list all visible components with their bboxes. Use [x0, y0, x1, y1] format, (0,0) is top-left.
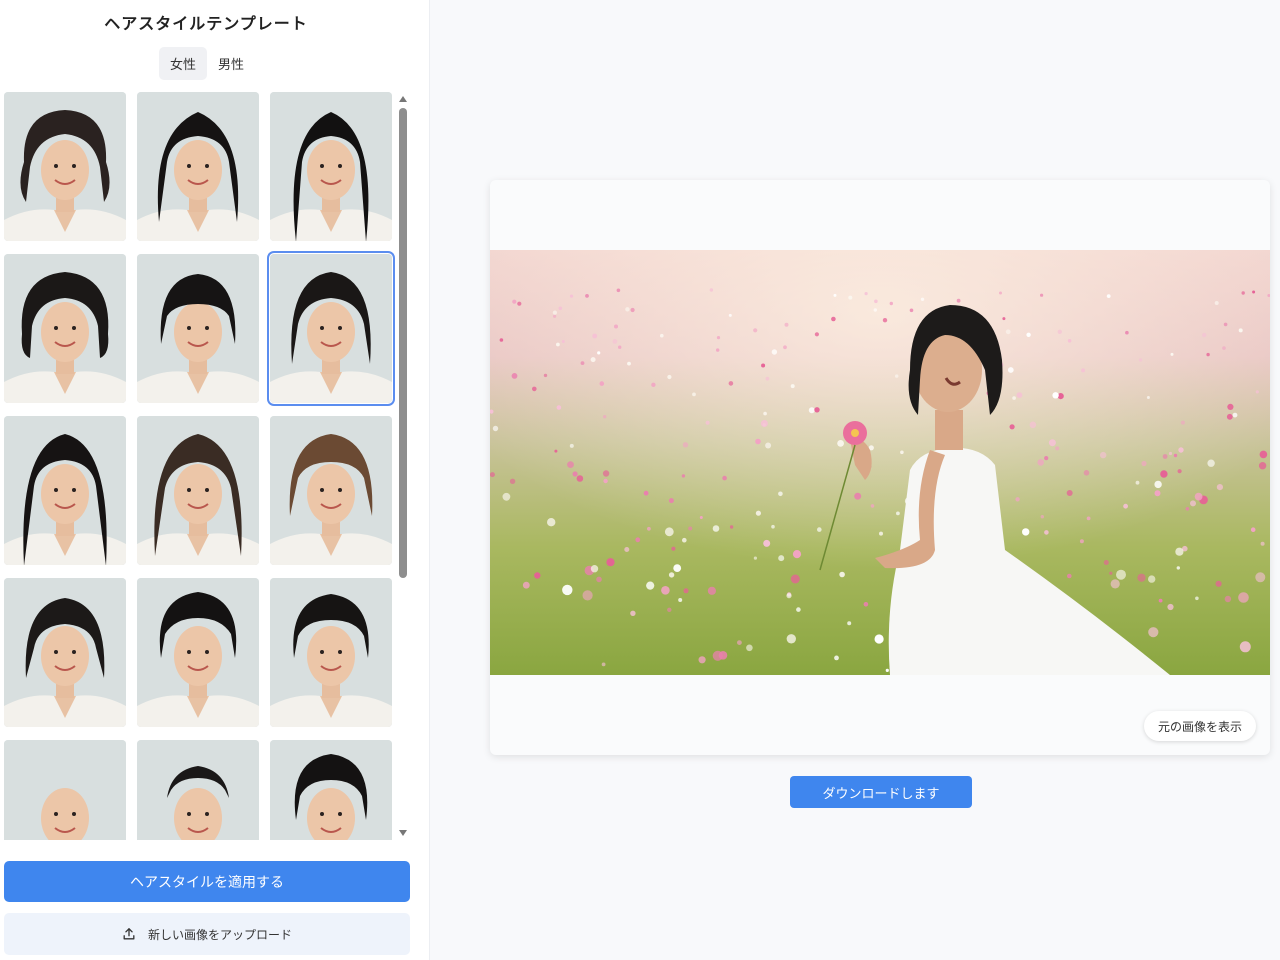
template-scrollbar[interactable]: [398, 94, 408, 838]
upload-label: 新しい画像をアップロード: [147, 927, 292, 942]
hairstyle-template-item[interactable]: [267, 251, 395, 406]
hairstyle-template-item[interactable]: [4, 254, 126, 403]
download-button[interactable]: ダウンロードします: [790, 776, 972, 808]
portrait-icon: [137, 740, 259, 840]
portrait-icon: [270, 92, 392, 241]
portrait-icon: [4, 254, 126, 403]
portrait-icon: [137, 416, 259, 565]
template-grid: [4, 92, 408, 840]
hairstyle-template-item[interactable]: [137, 740, 259, 840]
hairstyle-template-item[interactable]: [270, 578, 392, 727]
flower-field-portrait-image: [490, 250, 1270, 675]
portrait-icon: [4, 578, 126, 727]
scroll-thumb[interactable]: [399, 108, 407, 578]
hairstyle-template-item[interactable]: [4, 92, 126, 241]
portrait-icon: [4, 92, 126, 241]
preview-card: 元の画像を表示: [490, 180, 1270, 755]
hairstyle-template-item[interactable]: [270, 92, 392, 241]
portrait-icon: [270, 740, 392, 840]
upload-image-button[interactable]: 新しい画像をアップロード: [4, 913, 410, 955]
panel-title: ヘアスタイルテンプレート: [104, 14, 308, 33]
result-image: [490, 250, 1270, 675]
portrait-icon: [137, 578, 259, 727]
portrait-icon: [137, 254, 259, 403]
hairstyle-template-item[interactable]: [137, 254, 259, 403]
gender-tabs: 女性 男性: [159, 47, 255, 80]
portrait-icon: [270, 416, 392, 565]
portrait-icon: [4, 740, 126, 840]
hairstyle-template-item[interactable]: [4, 740, 126, 840]
hairstyle-template-item[interactable]: [4, 578, 126, 727]
tab-male[interactable]: 男性: [207, 47, 255, 80]
portrait-icon: [137, 92, 259, 241]
view-original-button[interactable]: 元の画像を表示: [1143, 711, 1256, 741]
tab-female[interactable]: 女性: [159, 47, 208, 80]
portrait-icon: [270, 578, 392, 727]
portrait-icon: [270, 254, 392, 403]
hairstyle-panel: ヘアスタイルテンプレート 女性 男性 ヘアスタイルを適用する 新しい画像をアップ…: [0, 0, 430, 960]
apply-hairstyle-button[interactable]: ヘアスタイルを適用する: [4, 861, 410, 902]
template-grid-scroll[interactable]: [4, 92, 408, 840]
scroll-up-arrow-icon[interactable]: [399, 96, 407, 102]
hairstyle-template-item[interactable]: [4, 416, 126, 565]
portrait-icon: [4, 416, 126, 565]
hairstyle-template-item[interactable]: [137, 92, 259, 241]
scroll-down-arrow-icon[interactable]: [399, 830, 407, 836]
hairstyle-template-item[interactable]: [137, 416, 259, 565]
hairstyle-template-item[interactable]: [270, 740, 392, 840]
hairstyle-template-item[interactable]: [137, 578, 259, 727]
hairstyle-template-item[interactable]: [270, 416, 392, 565]
upload-icon: [123, 928, 135, 940]
